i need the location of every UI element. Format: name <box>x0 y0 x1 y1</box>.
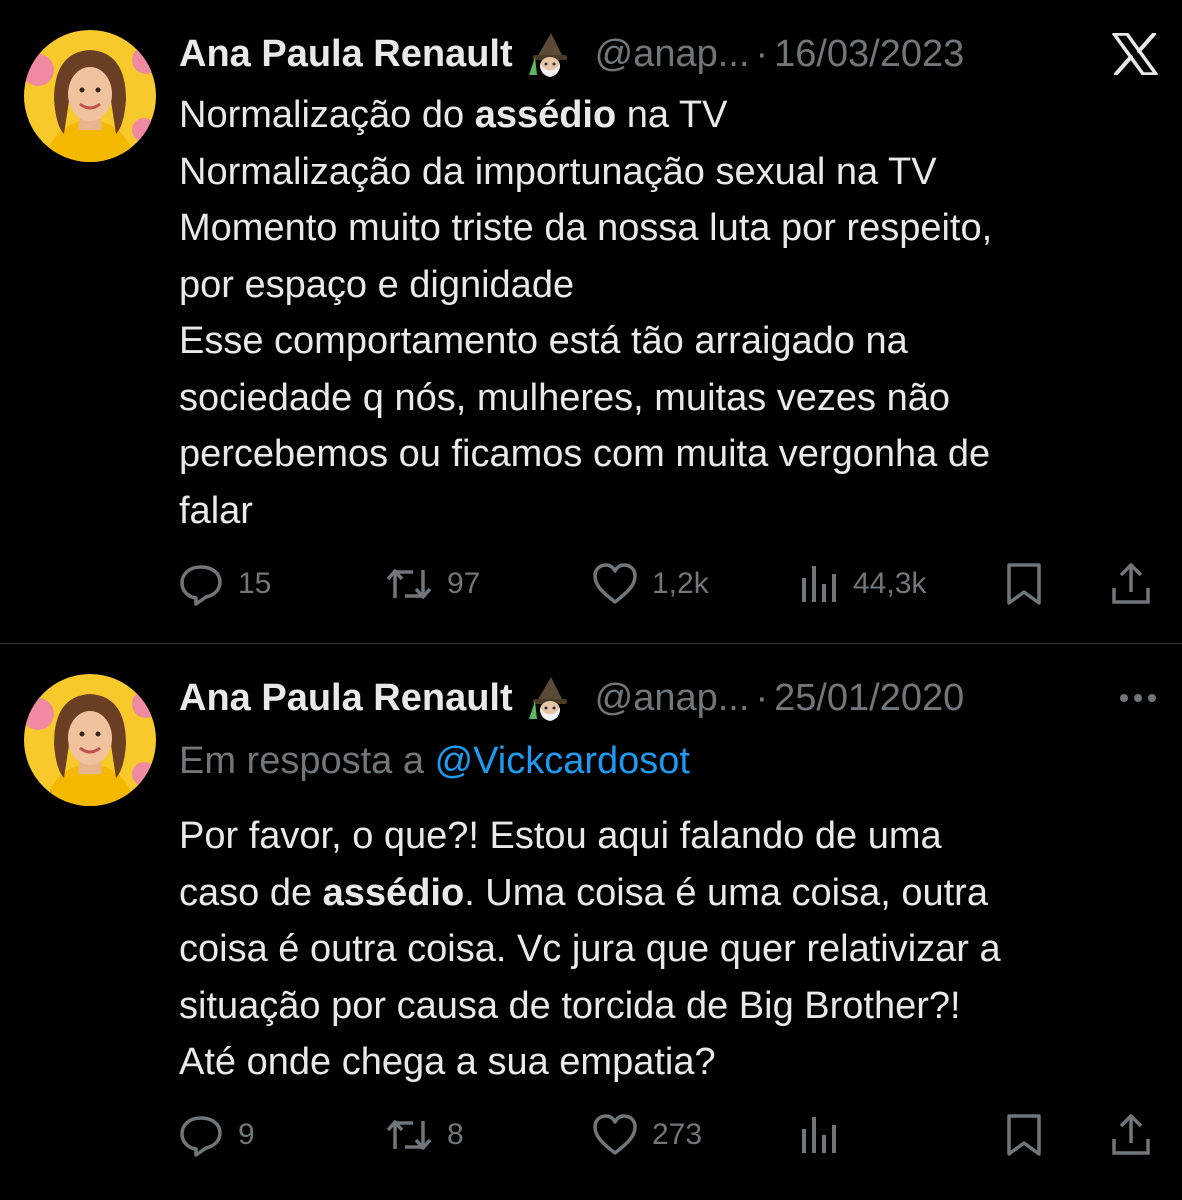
bookmark-icon <box>1007 1114 1041 1156</box>
bookmark-button[interactable] <box>1004 1113 1044 1157</box>
reply-button[interactable]: 9 <box>178 1113 255 1157</box>
share-button[interactable] <box>1110 562 1152 606</box>
tweet-actions: 9 8 273 <box>178 1113 1152 1157</box>
tweet-line: sociedade q nós, mulheres, muitas vezes … <box>179 376 950 419</box>
bold-keyword: assédio <box>322 871 465 914</box>
bold-keyword: assédio <box>474 94 617 136</box>
heart-icon <box>593 1114 637 1155</box>
author-handle[interactable]: @anap... <box>595 33 750 76</box>
like-button[interactable]: 273 <box>592 1113 702 1157</box>
author-handle[interactable]: @anap... <box>595 677 750 720</box>
like-button[interactable]: 1,2k <box>592 562 709 606</box>
like-count: 1,2k <box>652 567 709 600</box>
retweet-button[interactable]: 97 <box>385 562 480 606</box>
retweet-icon <box>386 1120 432 1150</box>
views-count: 44,3k <box>853 567 927 600</box>
bookmark-button[interactable] <box>1004 562 1044 606</box>
retweet-count: 8 <box>447 1118 464 1151</box>
tweet-line: Até onde chega a sua empatia? <box>179 1041 716 1083</box>
share-icon <box>1112 1114 1150 1155</box>
heart-icon <box>593 563 637 604</box>
tweet-line: percebemos ou ficamos com muita vergonha… <box>179 433 991 475</box>
tweet-line: Momento muito triste da nossa luta por r… <box>179 207 993 249</box>
views-button[interactable] <box>799 1113 839 1157</box>
tweet-text: Por favor, o que?! Estou aqui falando de… <box>179 808 1152 1091</box>
tweet-card[interactable]: Ana Paula Renault @anap... · 16/03/2023 <box>0 0 1182 644</box>
tweet-line: Normalização da importunação sexual na T… <box>179 150 937 193</box>
author-name[interactable]: Ana Paula Renault <box>179 677 513 720</box>
tweet-text: Normalização do assédio na TV Normalizaç… <box>179 87 1152 539</box>
separator-dot: · <box>755 32 769 75</box>
retweet-count: 97 <box>447 567 481 600</box>
share-button[interactable] <box>1110 1113 1152 1157</box>
tweet-line: por espaço e dignidade <box>179 263 575 306</box>
x-logo-icon[interactable] <box>1112 29 1158 79</box>
views-icon <box>802 566 836 602</box>
views-button[interactable]: 44,3k <box>799 562 926 606</box>
tweet-date[interactable]: 16/03/2023 <box>774 33 964 76</box>
tweet-actions: 15 97 1,2k 44,3k <box>178 562 1152 606</box>
bookmark-icon <box>1007 563 1041 605</box>
reply-icon <box>180 1116 222 1157</box>
share-icon <box>1112 563 1150 604</box>
tweet-date[interactable]: 25/01/2020 <box>774 677 964 720</box>
author-name[interactable]: Ana Paula Renault <box>179 33 513 76</box>
avatar[interactable] <box>24 30 156 162</box>
reply-prefix: Em resposta a <box>179 740 435 782</box>
tweet-line: Esse comportamento está tão arraigado na <box>179 320 908 362</box>
tweet-header: Ana Paula Renault @anap... · 25/01/2020 <box>179 673 1158 723</box>
reply-button[interactable]: 15 <box>178 562 271 606</box>
witch-emoji-icon <box>527 675 573 721</box>
tweet-line: Normalização do assédio na TV <box>179 94 728 136</box>
tweet-card[interactable]: Ana Paula Renault @anap... · 25/01/2020 <box>0 644 1182 1200</box>
tweet-line: Por favor, o que?! Estou aqui falando de… <box>179 815 942 857</box>
reply-to-line: Em resposta a @Vickcardosot <box>179 740 690 783</box>
tweet-line: falar <box>179 489 253 532</box>
retweet-button[interactable]: 8 <box>385 1113 464 1157</box>
reply-icon <box>180 565 222 606</box>
tweet-line: caso de assédio. Uma coisa é uma coisa, … <box>179 871 988 914</box>
more-options-icon[interactable] <box>1118 673 1158 723</box>
separator-dot: · <box>755 676 769 719</box>
witch-emoji-icon <box>527 31 573 77</box>
reply-count: 9 <box>238 1118 255 1151</box>
reply-mention-link[interactable]: @Vickcardosot <box>435 740 690 782</box>
views-icon <box>802 1117 836 1153</box>
avatar[interactable] <box>24 674 156 806</box>
tweet-line: coisa é outra coisa. Vc jura que quer re… <box>179 928 1001 970</box>
tweet-header: Ana Paula Renault @anap... · 16/03/2023 <box>179 29 1158 79</box>
retweet-icon <box>386 569 432 599</box>
tweet-line: situação por causa de torcida de Big Bro… <box>179 984 961 1027</box>
reply-count: 15 <box>238 567 272 600</box>
like-count: 273 <box>652 1118 703 1151</box>
